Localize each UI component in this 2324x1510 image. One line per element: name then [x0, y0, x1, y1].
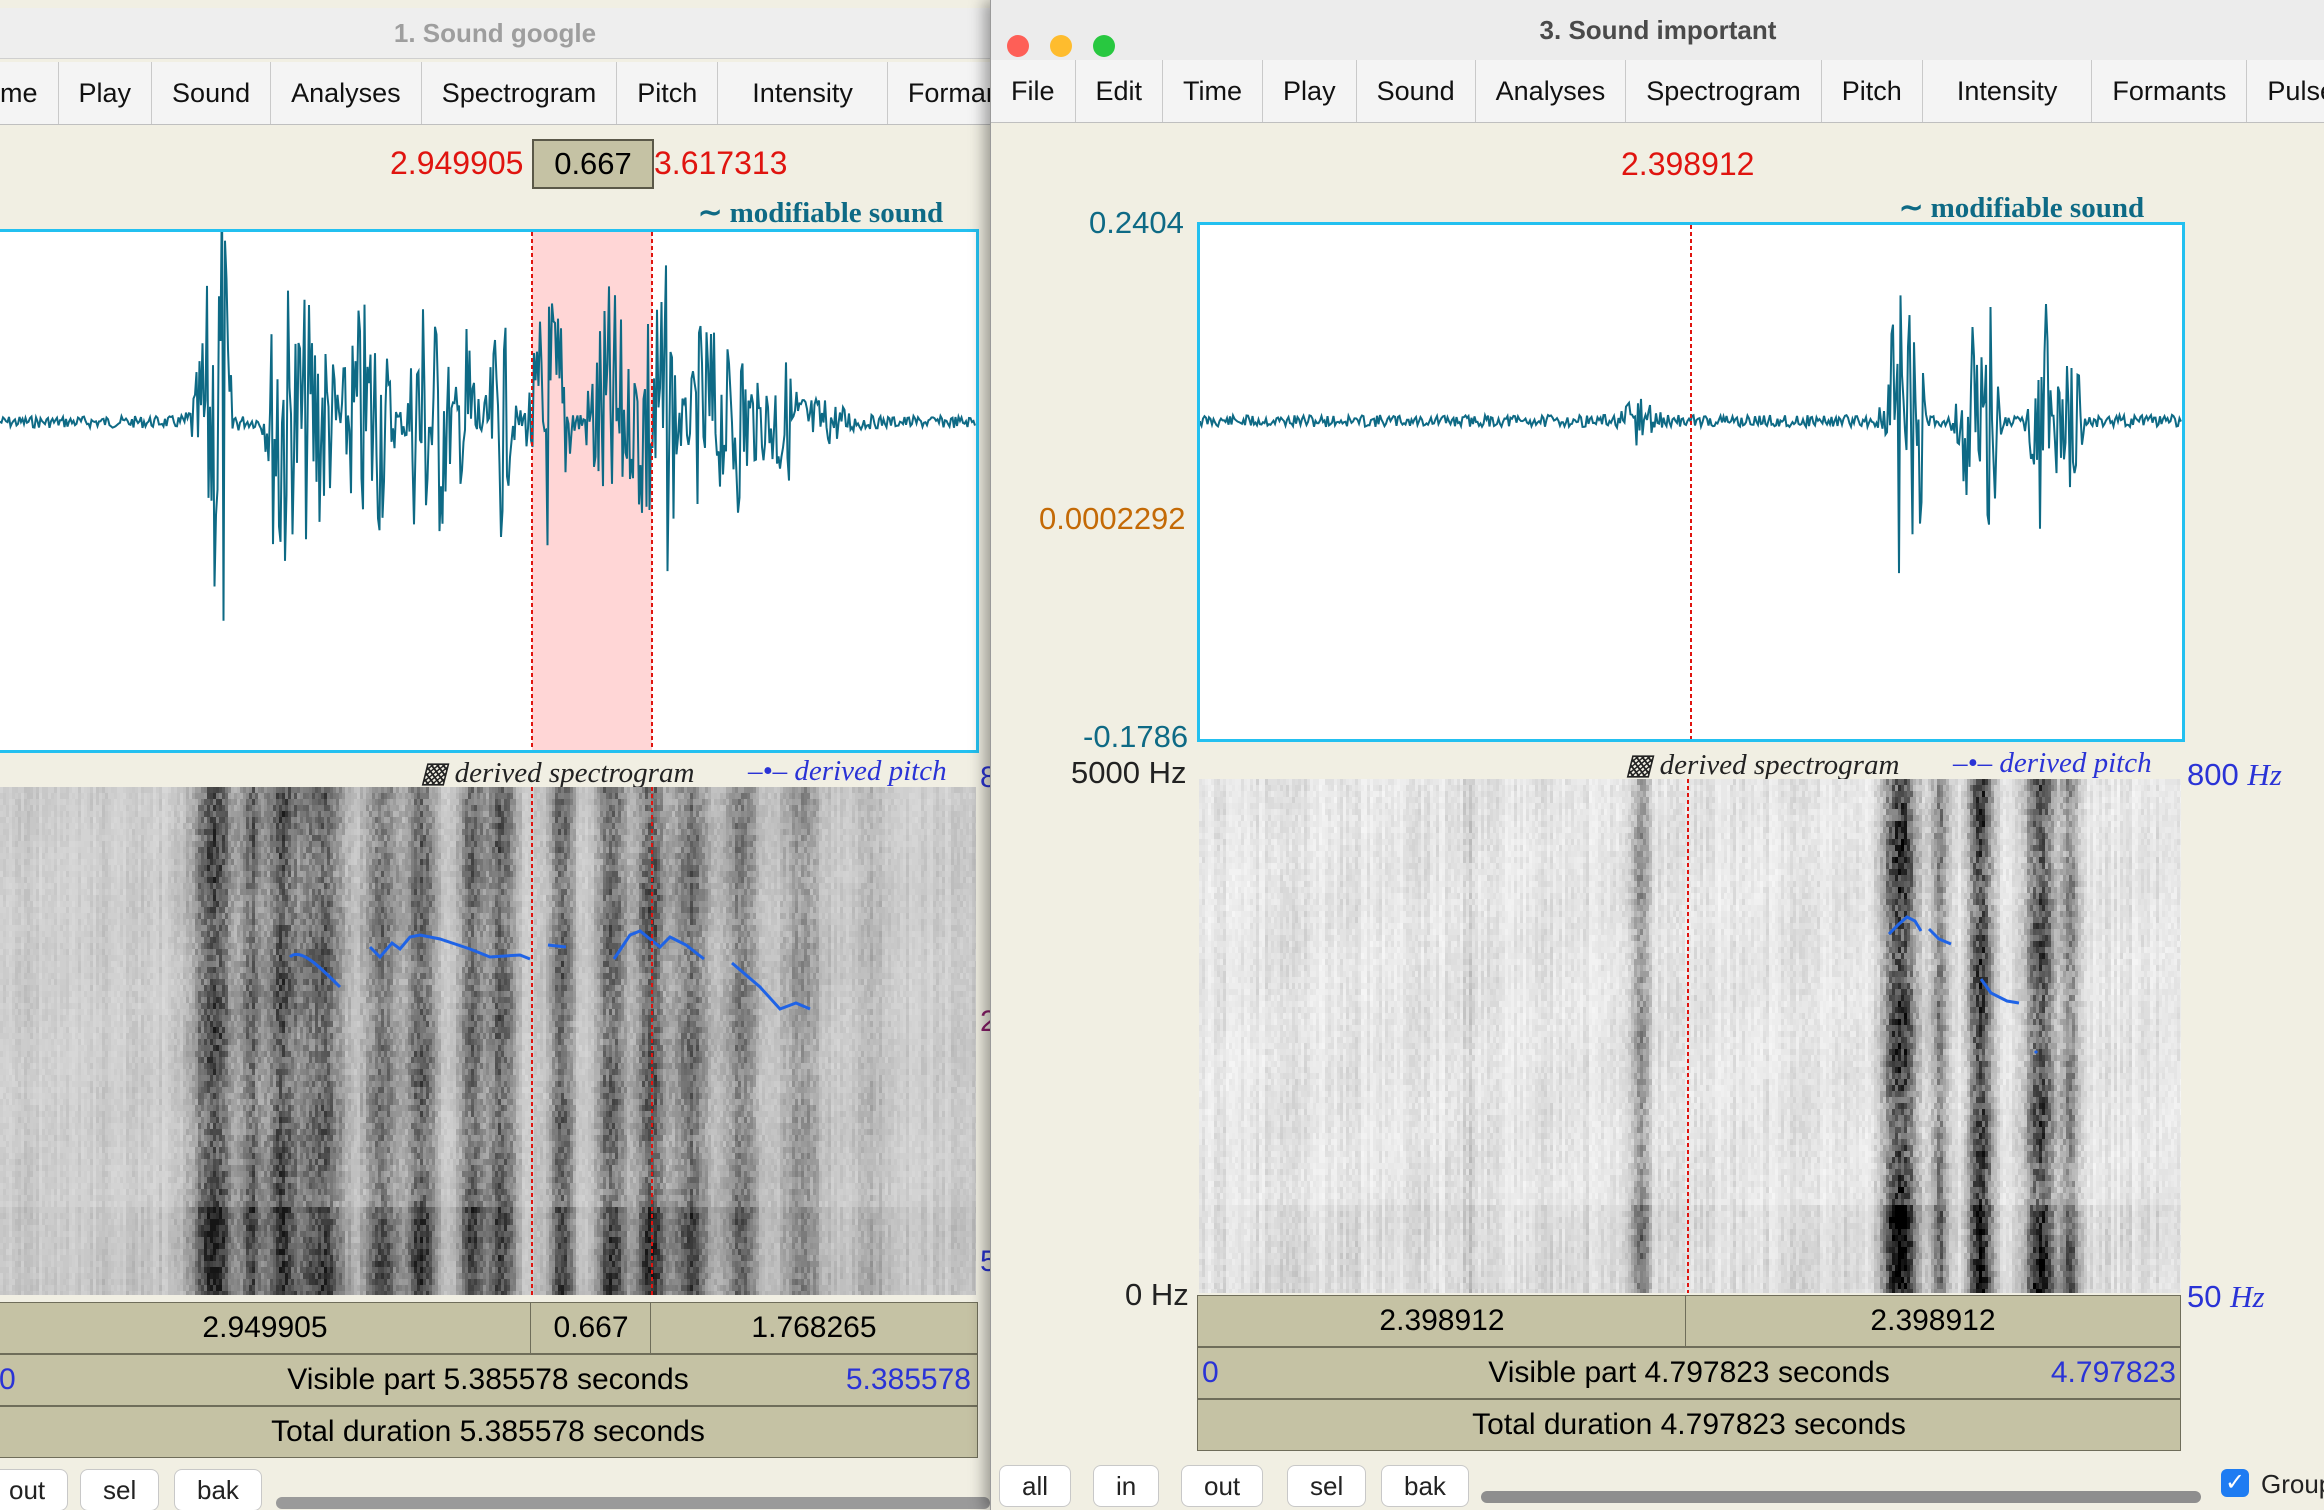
sine-wave-icon: ∼: [698, 197, 730, 229]
waveform-right: [1200, 225, 2182, 739]
time-bar-before-cursor[interactable]: 2.398912: [1197, 1295, 1687, 1347]
menu-item-pitch[interactable]: Pitch: [617, 62, 719, 124]
legend-spectrogram-right: ▩ derived spectrogram: [1625, 747, 1899, 782]
menu-item-sound[interactable]: Sound: [152, 62, 272, 124]
modifiable-sound-label-right: ∼ modifiable sound: [1899, 190, 2144, 225]
group-label: Group: [2261, 1469, 2324, 1500]
zoom-selection-button[interactable]: sel: [1287, 1465, 1367, 1507]
menu-item-intensity[interactable]: Intensity: [718, 62, 888, 124]
zoom-selection-button[interactable]: sel: [80, 1469, 160, 1510]
menubar-right: File Edit Time Play Sound Analyses Spect…: [991, 60, 2324, 123]
zoom-out-button[interactable]: out: [1181, 1465, 1264, 1507]
spectrogram-legend-icon: ▩: [420, 757, 455, 789]
spectrogram-left: [0, 787, 976, 1295]
menu-item-spectrogram[interactable]: Spectrogram: [422, 62, 618, 124]
zoom-icon[interactable]: [1093, 35, 1116, 57]
visible-part-label-left: Visible part 5.385578 seconds: [287, 1363, 688, 1396]
menu-item-formants[interactable]: Formants: [2092, 60, 2248, 122]
menu-item-file[interactable]: File: [991, 60, 1076, 122]
legend-pitch-right: –•– derived pitch: [1953, 747, 2152, 780]
menu-item-edit[interactable]: Edit: [1076, 60, 1164, 122]
menubar-left: me Play Sound Analyses Spectrogram Pitch…: [0, 62, 990, 125]
menu-item-analyses[interactable]: Analyses: [1476, 60, 1627, 122]
selection-end-time: 3.617313: [654, 145, 787, 182]
spectrogram-panel-right[interactable]: [1199, 779, 2181, 1293]
waveform-left: [0, 232, 976, 750]
waveform-trace-left: [0, 232, 976, 621]
zoom-in-button[interactable]: in: [1093, 1465, 1160, 1507]
legend-spectrogram-left: ▩ derived spectrogram: [420, 755, 694, 790]
menu-item-pitch[interactable]: Pitch: [1822, 60, 1923, 122]
visible-part-bar-left[interactable]: 0 Visible part 5.385578 seconds 5.385578: [0, 1354, 978, 1406]
menu-item-play[interactable]: Play: [1263, 60, 1357, 122]
waveform-panel-right[interactable]: [1197, 222, 2185, 742]
menu-item-formants[interactable]: Formants: [888, 62, 990, 124]
spectrogram-right: [1199, 779, 2181, 1293]
amplitude-max-label: 0.2404: [1089, 205, 1184, 241]
pitch-legend-icon: –•–: [1953, 747, 1999, 779]
total-duration-bar-right[interactable]: Total duration 4.797823 seconds: [1197, 1399, 2181, 1451]
window-title-left: 1. Sound google: [0, 8, 990, 59]
zoom-out-button[interactable]: out: [0, 1469, 69, 1510]
modifiable-sound-label-left: ∼ modifiable sound: [698, 195, 943, 230]
legend-pitch-left: –•– derived pitch: [748, 755, 947, 788]
show-all-button[interactable]: all: [999, 1465, 1072, 1507]
horizontal-scrollbar-right[interactable]: [1481, 1491, 2201, 1503]
sine-wave-icon: ∼: [1899, 192, 1931, 224]
time-bar-after-selection[interactable]: 1.768265: [650, 1302, 978, 1354]
visible-start-right: 0: [1202, 1348, 1219, 1398]
pitch-axis-mid-partial: 2: [980, 1005, 990, 1039]
sound-editor-window-left: 1. Sound google me Play Sound Analyses S…: [0, 0, 990, 1510]
menu-item-sound[interactable]: Sound: [1357, 60, 1476, 122]
pitch-top-label: 800 Hz: [2187, 757, 2282, 793]
menu-item[interactable]: me: [0, 62, 59, 124]
menu-item-time[interactable]: Time: [1163, 60, 1264, 122]
menu-item-pulses[interactable]: Pulses: [2247, 60, 2324, 122]
selection-start-time: 2.949905: [390, 145, 523, 182]
total-duration-bar-left[interactable]: Total duration 5.385578 seconds: [0, 1406, 978, 1458]
group-checkbox[interactable]: ✓: [2221, 1469, 2249, 1497]
time-bar-before-selection[interactable]: 2.949905: [0, 1302, 532, 1354]
pitch-bottom-label: 50 Hz: [2187, 1279, 2265, 1315]
window-title-text: 3. Sound important: [1540, 15, 1777, 45]
cursor-time: 2.398912: [1621, 146, 1754, 183]
time-bar-selection[interactable]: 0.667: [530, 1302, 652, 1354]
sound-editor-window-right: 3. Sound important File Edit Time Play S…: [990, 0, 2324, 1510]
frequency-bottom-label: 0 Hz: [1125, 1277, 1189, 1313]
zoom-back-button[interactable]: bak: [1381, 1465, 1469, 1507]
editor-area-left: 2.949905 0.667 3.617313 ∼ modifiable sou…: [0, 125, 990, 1510]
time-bar-after-cursor[interactable]: 2.398912: [1685, 1295, 2181, 1347]
menu-item-intensity[interactable]: Intensity: [1923, 60, 2093, 122]
horizontal-scrollbar-left[interactable]: [276, 1497, 990, 1509]
visible-start-left: 0: [0, 1355, 16, 1405]
menu-item-analyses[interactable]: Analyses: [271, 62, 422, 124]
frequency-top-label: 5000 Hz: [1071, 755, 1186, 791]
menu-item-spectrogram[interactable]: Spectrogram: [1626, 60, 1822, 122]
visible-part-label-right: Visible part 4.797823 seconds: [1488, 1356, 1889, 1389]
visible-end-right: 4.797823: [2051, 1348, 2176, 1398]
close-icon[interactable]: [1007, 35, 1029, 57]
editor-area-right: 2.398912 ∼ modifiable sound 0.2404 0.000…: [991, 123, 2324, 1510]
pitch-legend-icon: –•–: [748, 755, 794, 787]
pitch-axis-top-partial: 8: [980, 761, 990, 795]
waveform-panel-left[interactable]: [0, 229, 979, 753]
amplitude-zero-label: 0.0002292: [1039, 501, 1186, 537]
spectrogram-panel-left[interactable]: [0, 787, 976, 1295]
amplitude-min-label: -0.1786: [1083, 719, 1188, 755]
visible-end-left: 5.385578: [846, 1355, 971, 1405]
spectrogram-legend-icon: ▩: [1625, 749, 1660, 781]
selection-length-box[interactable]: 0.667: [532, 139, 654, 189]
visible-part-bar-right[interactable]: 0 Visible part 4.797823 seconds 4.797823: [1197, 1347, 2181, 1399]
zoom-back-button[interactable]: bak: [174, 1469, 262, 1510]
pitch-axis-bottom-partial: 5: [980, 1245, 990, 1279]
menu-item-play[interactable]: Play: [59, 62, 153, 124]
minimize-icon[interactable]: [1050, 35, 1073, 57]
window-title-right: 3. Sound important: [991, 0, 2324, 61]
